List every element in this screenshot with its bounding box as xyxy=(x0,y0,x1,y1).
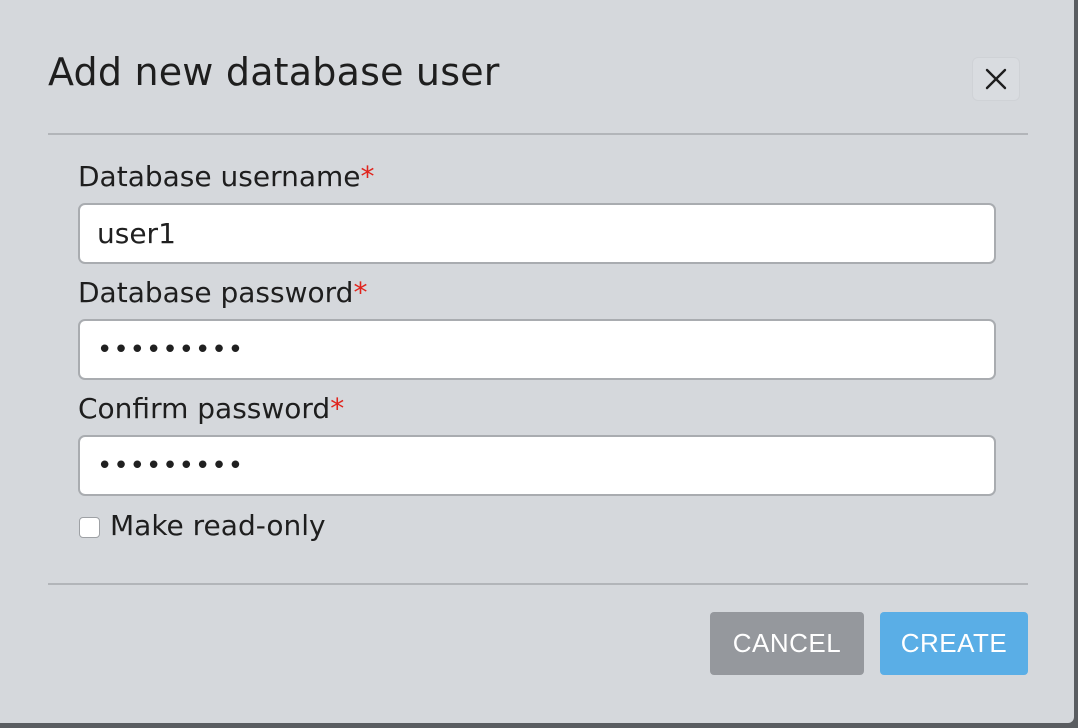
password-input[interactable]: ••••••••• xyxy=(78,319,996,380)
close-icon xyxy=(985,68,1007,90)
footer-divider xyxy=(48,583,1028,585)
close-button[interactable] xyxy=(972,57,1020,101)
password-label: Database password* xyxy=(78,276,367,310)
read-only-label[interactable]: Make read-only xyxy=(110,509,326,543)
read-only-checkbox[interactable] xyxy=(79,517,100,538)
username-input[interactable]: user1 xyxy=(78,203,996,264)
required-marker: * xyxy=(360,160,375,193)
confirm-password-input[interactable]: ••••••••• xyxy=(78,435,996,496)
username-label: Database username* xyxy=(78,160,375,194)
create-button[interactable]: CREATE xyxy=(880,612,1028,675)
add-database-user-dialog: Add new database user Database username*… xyxy=(0,0,1074,723)
confirm-password-label-text: Confirm password xyxy=(78,392,331,425)
required-marker: * xyxy=(330,392,345,425)
dialog-title: Add new database user xyxy=(48,50,500,94)
password-label-text: Database password xyxy=(78,276,354,309)
username-label-text: Database username xyxy=(78,160,361,193)
cancel-button[interactable]: CANCEL xyxy=(710,612,864,675)
confirm-password-label: Confirm password* xyxy=(78,392,344,426)
required-marker: * xyxy=(353,276,368,309)
header-divider xyxy=(48,133,1028,135)
